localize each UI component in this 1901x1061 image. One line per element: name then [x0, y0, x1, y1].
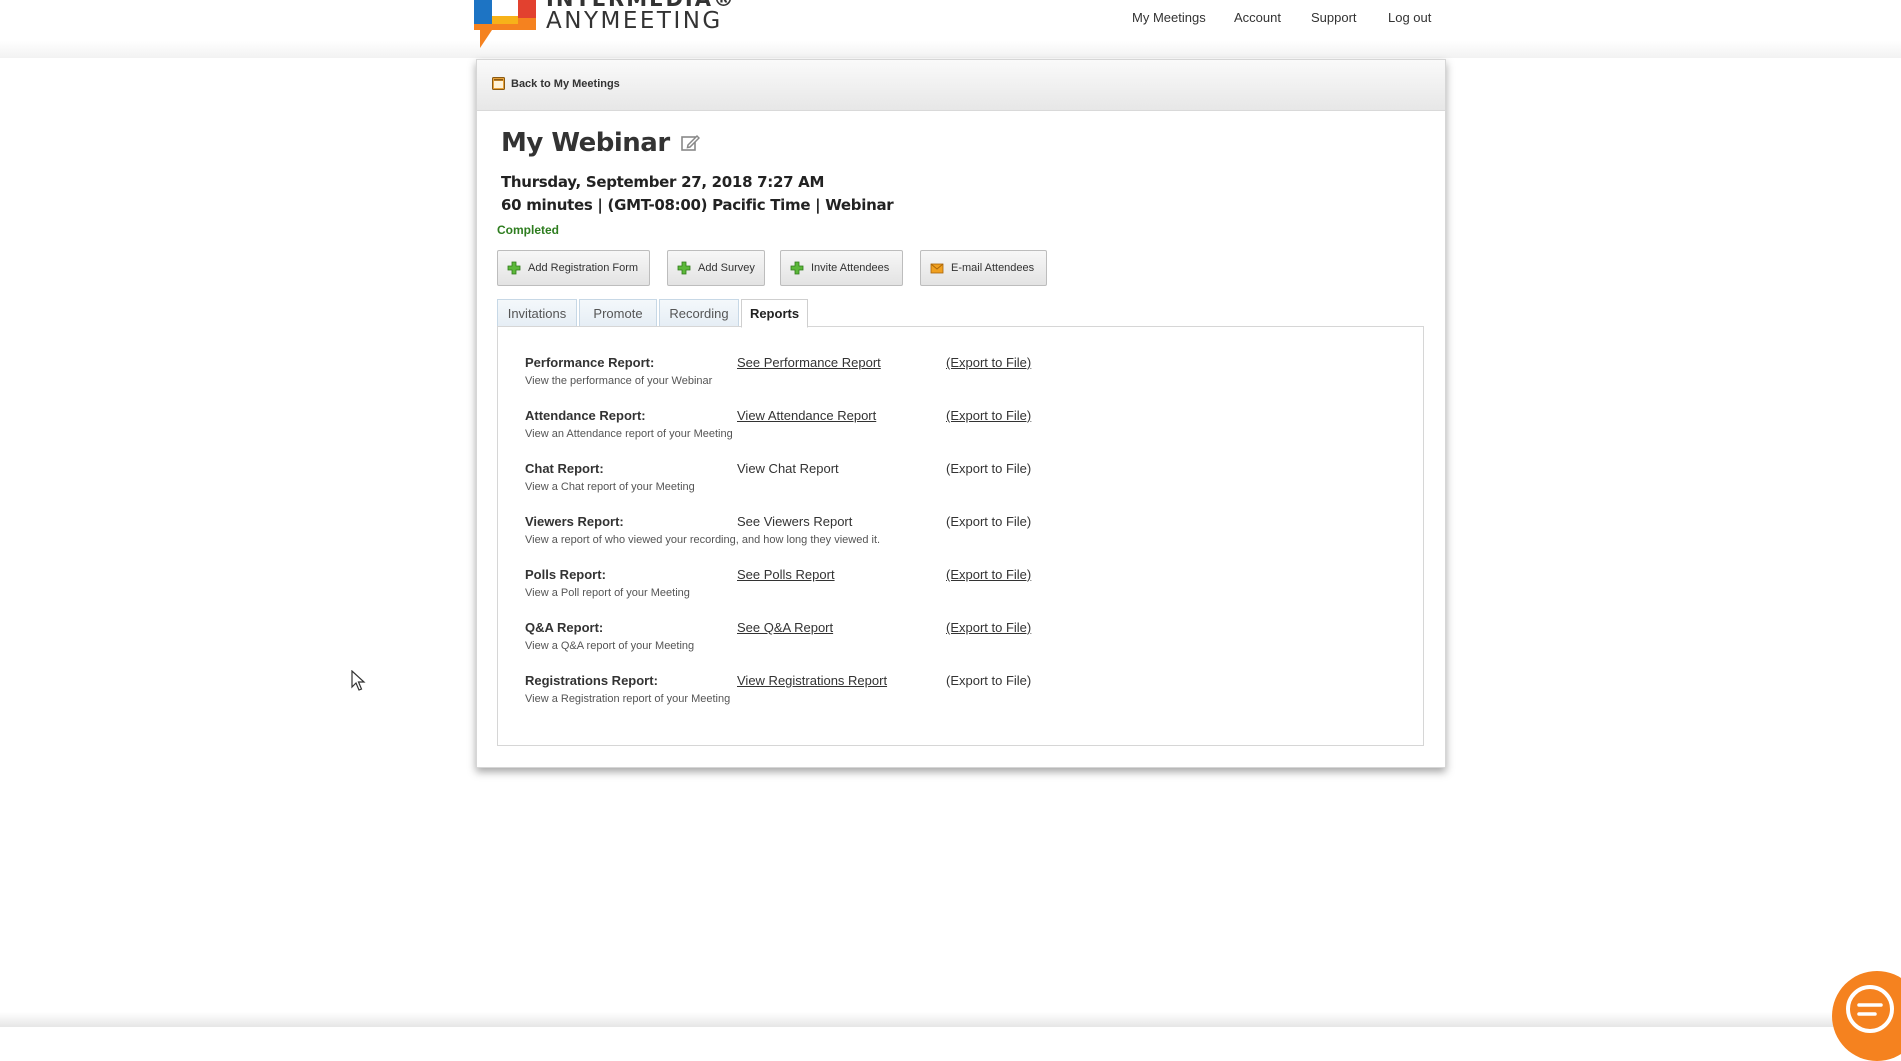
add-registration-form-button[interactable]: Add Registration Form — [497, 250, 650, 286]
nav-log-out[interactable]: Log out — [1388, 10, 1431, 25]
report-name: Attendance Report: — [525, 408, 646, 423]
report-description: View a Q&A report of your Meeting — [525, 640, 695, 652]
report-name: Chat Report: — [525, 461, 604, 476]
report-name: Registrations Report: — [525, 673, 658, 688]
export-qa-report-link[interactable]: (Export to File) — [946, 620, 1031, 635]
logo-text-intermedia: INTERMEDIA® — [546, 0, 736, 10]
report-name: Polls Report: — [525, 567, 606, 582]
report-row-polls: Polls Report: View a Poll report of your… — [525, 567, 1405, 615]
report-description: View the performance of your Webinar — [525, 375, 713, 387]
report-row-viewers: Viewers Report: View a report of who vie… — [525, 514, 1405, 562]
meeting-details: 60 minutes | (GMT-08:00) Pacific Time | … — [501, 196, 894, 214]
button-label: E-mail Attendees — [951, 262, 1035, 274]
back-to-my-meetings-link[interactable]: Back to My Meetings — [492, 77, 620, 90]
report-name: Q&A Report: — [525, 620, 604, 635]
top-bar: INTERMEDIA® ANYMEETING My Meetings Accou… — [0, 0, 1901, 58]
calendar-icon — [492, 77, 505, 90]
reports-panel: Performance Report: View the performance… — [497, 326, 1424, 746]
bottom-strip — [0, 1012, 1901, 1027]
email-attendees-button[interactable]: E-mail Attendees — [920, 250, 1047, 286]
edit-icon[interactable] — [680, 133, 700, 153]
report-row-chat: Chat Report: View a Chat report of your … — [525, 461, 1405, 509]
button-label: Add Registration Form — [528, 262, 639, 274]
button-label: Add Survey — [698, 262, 755, 274]
export-polls-report-link[interactable]: (Export to File) — [946, 567, 1031, 582]
back-link-label: Back to My Meetings — [511, 77, 620, 90]
nav-account[interactable]: Account — [1234, 10, 1281, 25]
report-row-qa: Q&A Report: View a Q&A report of your Me… — [525, 620, 1405, 668]
nav-support[interactable]: Support — [1311, 10, 1357, 25]
plus-icon — [677, 261, 691, 275]
add-survey-button[interactable]: Add Survey — [667, 250, 765, 286]
export-attendance-report-link[interactable]: (Export to File) — [946, 408, 1031, 423]
plus-icon — [790, 261, 804, 275]
status-badge: Completed — [497, 223, 560, 237]
report-description: View a Chat report of your Meeting — [525, 481, 695, 493]
plus-icon — [507, 261, 521, 275]
tab-invitations[interactable]: Invitations — [497, 299, 577, 326]
logo-text-anymeeting: ANYMEETING — [546, 8, 723, 34]
chat-icon — [1846, 985, 1894, 1033]
invite-attendees-button[interactable]: Invite Attendees — [780, 250, 903, 286]
export-viewers-report-text: (Export to File) — [946, 514, 1032, 529]
view-attendance-report-link[interactable]: View Attendance Report — [737, 408, 876, 423]
tab-recording[interactable]: Recording — [659, 299, 739, 326]
meeting-datetime: Thursday, September 27, 2018 7:27 AM — [501, 173, 825, 191]
report-name: Viewers Report: — [525, 514, 624, 529]
report-row-performance: Performance Report: View the performance… — [525, 355, 1405, 403]
report-row-registrations: Registrations Report: View a Registratio… — [525, 673, 1405, 721]
see-qa-report-link[interactable]: See Q&A Report — [737, 620, 833, 635]
tab-promote[interactable]: Promote — [579, 299, 657, 326]
report-row-attendance: Attendance Report: View an Attendance re… — [525, 408, 1405, 456]
view-registrations-report-link[interactable]: View Registrations Report — [737, 673, 887, 688]
export-chat-report-text: (Export to File) — [946, 461, 1032, 476]
report-description: View a Poll report of your Meeting — [525, 587, 690, 599]
see-performance-report-link[interactable]: See Performance Report — [737, 355, 881, 370]
button-label: Invite Attendees — [811, 262, 890, 274]
logo-mark-icon — [474, 0, 536, 48]
view-chat-report-text: View Chat Report — [737, 461, 839, 476]
see-polls-report-link[interactable]: See Polls Report — [737, 567, 835, 582]
panel-header: Back to My Meetings — [477, 60, 1445, 111]
export-registrations-report-text: (Export to File) — [946, 673, 1032, 688]
meeting-title: My Webinar — [501, 128, 670, 158]
page-title: My Webinar — [501, 128, 700, 158]
mouse-cursor-icon — [351, 670, 366, 691]
meeting-panel: Back to My Meetings My Webinar Thursday,… — [476, 59, 1446, 768]
anymeeting-logo[interactable]: INTERMEDIA® ANYMEETING — [474, 0, 734, 48]
report-description: View an Attendance report of your Meetin… — [525, 428, 733, 440]
chat-widget-button[interactable] — [1832, 971, 1901, 1061]
nav-my-meetings[interactable]: My Meetings — [1132, 10, 1206, 25]
report-description: View a report of who viewed your recordi… — [525, 534, 881, 546]
report-name: Performance Report: — [525, 355, 655, 370]
envelope-icon — [930, 263, 944, 274]
report-description: View a Registration report of your Meeti… — [525, 693, 731, 705]
tab-reports[interactable]: Reports — [741, 299, 808, 328]
see-viewers-report-text: See Viewers Report — [737, 514, 853, 529]
export-performance-report-link[interactable]: (Export to File) — [946, 355, 1031, 370]
